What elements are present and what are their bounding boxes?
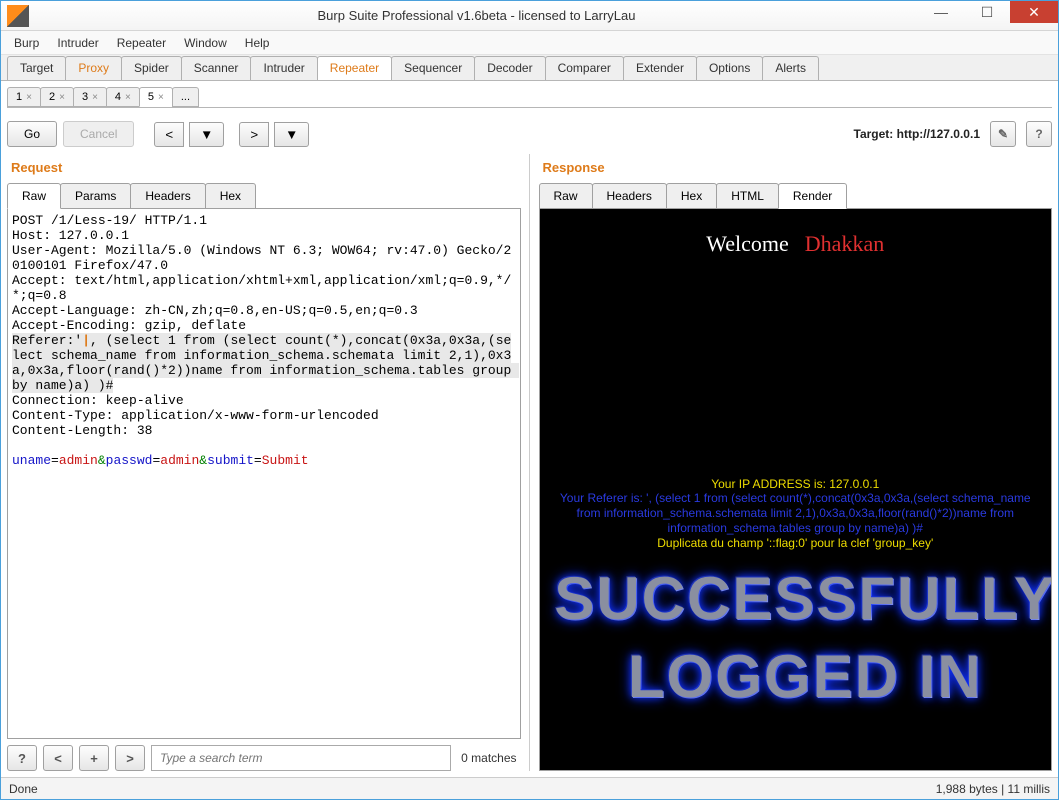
- request-tab-hex[interactable]: Hex: [205, 183, 256, 209]
- response-title: Response: [539, 154, 1053, 183]
- tab-alerts[interactable]: Alerts: [762, 56, 819, 80]
- tab-scanner[interactable]: Scanner: [181, 56, 252, 80]
- numtab-5[interactable]: 5×: [139, 87, 173, 107]
- statusbar: Done 1,988 bytes | 11 millis: [1, 777, 1058, 799]
- response-pane: Response Raw Headers Hex HTML Render Wel…: [539, 154, 1053, 771]
- close-icon[interactable]: ×: [92, 92, 98, 103]
- cancel-button[interactable]: Cancel: [63, 121, 134, 147]
- close-icon[interactable]: ×: [125, 92, 131, 103]
- main-tabs: Target Proxy Spider Scanner Intruder Rep…: [1, 55, 1058, 81]
- tab-sequencer[interactable]: Sequencer: [391, 56, 475, 80]
- response-tab-html[interactable]: HTML: [716, 183, 779, 209]
- search-add-button[interactable]: +: [79, 745, 109, 771]
- target-label: Target: http://127.0.0.1: [854, 127, 981, 141]
- content: Go Cancel <▼ >▼ Target: http://127.0.0.1…: [1, 108, 1058, 777]
- prev-button[interactable]: <: [154, 122, 184, 147]
- numtab-4[interactable]: 4×: [106, 87, 140, 107]
- numtab-3[interactable]: 3×: [73, 87, 107, 107]
- close-icon[interactable]: ×: [26, 92, 32, 103]
- response-tab-raw[interactable]: Raw: [539, 183, 593, 209]
- menu-intruder[interactable]: Intruder: [50, 34, 105, 52]
- welcome-text: WelcomeDhakkan: [540, 209, 1052, 257]
- app-icon: [7, 5, 29, 27]
- tab-target[interactable]: Target: [7, 56, 66, 80]
- menu-help[interactable]: Help: [238, 34, 277, 52]
- numtab-1[interactable]: 1×: [7, 87, 41, 107]
- request-tab-params[interactable]: Params: [60, 183, 131, 209]
- minimize-button[interactable]: ―: [918, 1, 964, 23]
- menu-window[interactable]: Window: [177, 34, 234, 52]
- titlebar: Burp Suite Professional v1.6beta - licen…: [1, 1, 1058, 31]
- success-banner-2: LOGGED IN: [550, 648, 1052, 706]
- maximize-button[interactable]: ☐: [964, 1, 1010, 23]
- split-divider[interactable]: [527, 154, 533, 771]
- go-button[interactable]: Go: [7, 121, 57, 147]
- numtab-more[interactable]: ...: [172, 87, 199, 107]
- render-view[interactable]: WelcomeDhakkan Your IP ADDRESS is: 127.0…: [539, 208, 1053, 771]
- help-button[interactable]: ?: [1026, 121, 1052, 147]
- search-help-button[interactable]: ?: [7, 745, 37, 771]
- close-button[interactable]: ✕: [1010, 1, 1058, 23]
- search-input[interactable]: [151, 745, 451, 771]
- search-next-button[interactable]: >: [115, 745, 145, 771]
- request-tab-headers[interactable]: Headers: [130, 183, 205, 209]
- menubar: Burp Intruder Repeater Window Help: [1, 31, 1058, 55]
- tab-intruder[interactable]: Intruder: [250, 56, 317, 80]
- tab-comparer[interactable]: Comparer: [545, 56, 624, 80]
- request-title: Request: [7, 154, 521, 183]
- next-button[interactable]: >: [239, 122, 269, 147]
- tab-spider[interactable]: Spider: [121, 56, 182, 80]
- tab-extender[interactable]: Extender: [623, 56, 697, 80]
- response-tab-hex[interactable]: Hex: [666, 183, 717, 209]
- numtab-2[interactable]: 2×: [40, 87, 74, 107]
- matches-label: 0 matches: [457, 751, 520, 765]
- tab-options[interactable]: Options: [696, 56, 763, 80]
- close-icon[interactable]: ×: [158, 92, 164, 103]
- app-window: Burp Suite Professional v1.6beta - licen…: [0, 0, 1059, 800]
- ip-line: Your IP ADDRESS is: 127.0.0.1: [540, 477, 1052, 491]
- status-left: Done: [9, 782, 38, 796]
- toolbar: Go Cancel <▼ >▼ Target: http://127.0.0.1…: [7, 114, 1052, 154]
- menu-repeater[interactable]: Repeater: [110, 34, 173, 52]
- error-line: Duplicata du champ '::flag:0' pour la cl…: [540, 536, 1052, 550]
- referer-line: Your Referer is: ', (select 1 from (sele…: [540, 491, 1052, 536]
- search-prev-button[interactable]: <: [43, 745, 73, 771]
- success-banner-1: SUCCESSFULLY: [550, 570, 1052, 628]
- edit-target-button[interactable]: ✎: [990, 121, 1016, 147]
- menu-burp[interactable]: Burp: [7, 34, 46, 52]
- status-right: 1,988 bytes | 11 millis: [936, 782, 1050, 796]
- close-icon[interactable]: ×: [59, 92, 65, 103]
- request-tab-raw[interactable]: Raw: [7, 183, 61, 209]
- next-menu-button[interactable]: ▼: [274, 122, 309, 147]
- request-editor[interactable]: POST /1/Less-19/ HTTP/1.1 Host: 127.0.0.…: [7, 208, 521, 739]
- sub-tabs: 1× 2× 3× 4× 5× ...: [1, 81, 1058, 107]
- prev-menu-button[interactable]: ▼: [189, 122, 224, 147]
- tab-proxy[interactable]: Proxy: [65, 56, 122, 80]
- window-title: Burp Suite Professional v1.6beta - licen…: [35, 8, 918, 23]
- tab-decoder[interactable]: Decoder: [474, 56, 545, 80]
- tab-repeater[interactable]: Repeater: [317, 56, 392, 80]
- response-tab-headers[interactable]: Headers: [592, 183, 667, 209]
- response-tab-render[interactable]: Render: [778, 183, 847, 209]
- request-pane: Request Raw Params Headers Hex POST /1/L…: [7, 154, 521, 771]
